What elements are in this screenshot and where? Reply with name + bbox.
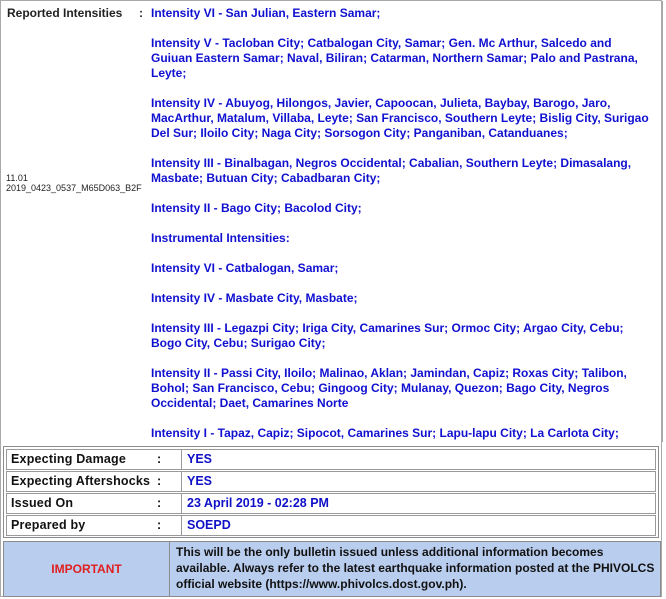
- info-row-expecting-damage: Expecting Damage : YES: [6, 449, 656, 470]
- intensity-paragraph: Intensity IV - Masbate City, Masbate;: [151, 291, 358, 305]
- info-label: Expecting Aftershocks: [7, 472, 182, 491]
- bulletin-code-line1: 11.01: [6, 173, 28, 183]
- reported-intensities-label: Reported Intensities: [7, 6, 123, 20]
- bulletin-code-line2: 2019_0423_0537_M65D063_B2F: [6, 183, 142, 193]
- important-notice: IMPORTANT This will be the only bulletin…: [3, 541, 661, 597]
- info-label: Prepared by: [7, 516, 182, 535]
- intensity-paragraph: Intensity V - Tacloban City; Catbalogan …: [151, 36, 638, 80]
- instrumental-heading: Instrumental Intensities:: [151, 231, 290, 245]
- info-colon: :: [157, 474, 162, 488]
- info-row-prepared-by: Prepared by : SOEPD: [6, 515, 656, 536]
- info-row-issued-on: Issued On : 23 April 2019 - 02:28 PM: [6, 493, 656, 514]
- intensity-paragraph: Intensity VI - Catbalogan, Samar;: [151, 261, 339, 275]
- intensity-paragraph: Intensity VI - San Julian, Eastern Samar…: [151, 6, 381, 20]
- intensity-paragraph: Intensity III - Legazpi City; Iriga City…: [151, 321, 624, 350]
- info-table: Expecting Damage : YES Expecting Aftersh…: [3, 446, 659, 538]
- important-label: IMPORTANT: [4, 542, 170, 596]
- info-label: Issued On: [7, 494, 182, 513]
- important-text: This will be the only bulletin issued un…: [176, 545, 655, 591]
- reported-intensities-panel: Reported Intensities : 11.01 2019_0423_0…: [1, 1, 663, 442]
- intensities-content: Intensity VI - San Julian, Eastern Samar…: [151, 6, 655, 456]
- info-colon: :: [157, 518, 162, 532]
- intensity-paragraph: Intensity II - Passi City, Iloilo; Malin…: [151, 366, 627, 410]
- intensity-paragraph: Intensity IV - Abuyog, Hilongos, Javier,…: [151, 96, 649, 140]
- info-value: YES: [187, 474, 213, 488]
- bulletin-container: Reported Intensities : 11.01 2019_0423_0…: [0, 0, 663, 597]
- info-value: YES: [187, 452, 213, 466]
- intensity-paragraph: Intensity I - Tapaz, Capiz; Sipocot, Cam…: [151, 426, 619, 440]
- info-value: SOEPD: [187, 518, 231, 532]
- info-row-expecting-aftershocks: Expecting Aftershocks : YES: [6, 471, 656, 492]
- info-label: Expecting Damage: [7, 450, 182, 469]
- info-value: 23 April 2019 - 02:28 PM: [187, 496, 329, 510]
- intensity-paragraph: Intensity II - Bago City; Bacolod City;: [151, 201, 362, 215]
- info-colon: :: [157, 496, 162, 510]
- intensity-paragraph: Intensity III - Binalbagan, Negros Occid…: [151, 156, 632, 185]
- info-colon: :: [157, 452, 162, 466]
- reported-intensities-colon: :: [139, 6, 143, 20]
- bulletin-code: 11.01 2019_0423_0537_M65D063_B2F: [6, 173, 142, 193]
